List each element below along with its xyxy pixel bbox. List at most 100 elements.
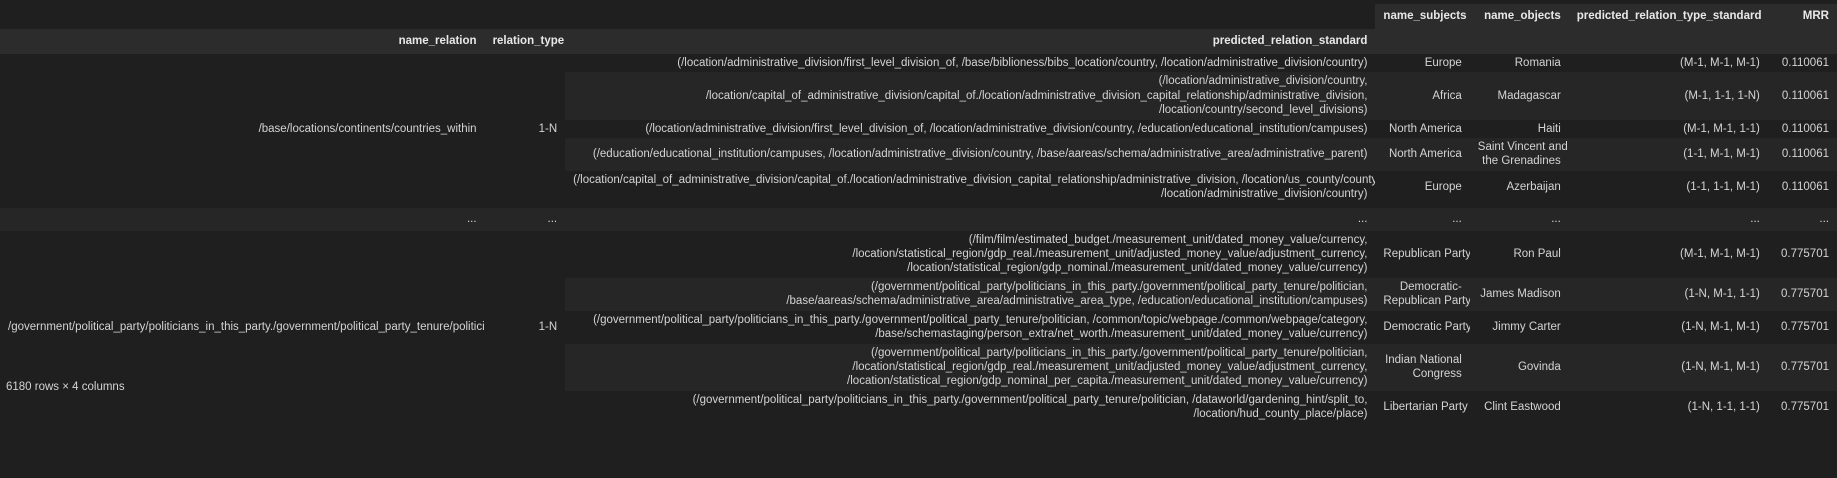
index-predicted-relation-standard: (/government/political_party/politicians…: [565, 310, 1376, 344]
index-header-relation-type[interactable]: relation_type: [484, 29, 566, 54]
cell-line: /location/statistical_region/gdp_nominal…: [847, 375, 1368, 388]
cell-name-subjects: North America: [1375, 119, 1470, 139]
index-predicted-relation-standard: (/government/political_party/politicians…: [565, 277, 1376, 311]
column-header-mrr[interactable]: MRR: [1767, 4, 1837, 29]
index-predicted-relation-standard: (/government/political_party/politicians…: [565, 390, 1376, 424]
cell-line: /base/schemastaging/person_extra/net_wor…: [875, 328, 1368, 341]
cell-name-objects: Saint Vincent and the Grenadines: [1469, 138, 1569, 171]
index-predicted-relation-standard: (/location/capital_of_administrative_div…: [565, 170, 1376, 204]
ellipsis-cell: ...: [484, 207, 566, 231]
cell-name-objects: Haiti: [1469, 119, 1569, 139]
index-relation-type: 1-N: [484, 230, 566, 424]
cell-line: (/government/political_party/politicians…: [870, 280, 1368, 293]
cell-name-objects: Jimmy Carter: [1469, 310, 1569, 344]
column-header-name-objects[interactable]: name_objects: [1469, 4, 1569, 29]
cell-line: /location/country/second_level_divisions…: [1159, 104, 1368, 117]
cell-mrr: 0.775701: [1767, 390, 1837, 424]
cell-line: /location/statistical_region/gdp_nominal…: [907, 262, 1368, 275]
index-header-name-relation[interactable]: name_relation: [0, 29, 485, 54]
cell-mrr: 0.110061: [1767, 72, 1837, 120]
cell-line: Saint Vincent and: [1477, 141, 1568, 154]
header-blank: [1568, 29, 1768, 54]
cell-mrr: 0.775701: [1767, 310, 1837, 344]
ellipsis-cell: ...: [1767, 207, 1837, 231]
index-header-predicted-relation-standard[interactable]: predicted_relation_standard: [565, 29, 1376, 54]
dataframe-output: name_subjects name_objects predicted_rel…: [0, 0, 1837, 478]
ellipsis-cell: ...: [1375, 207, 1470, 231]
header-blank: [1375, 29, 1470, 54]
cell-predicted-relation-type-standard: (M-1, M-1, M-1): [1568, 230, 1768, 278]
cell-name-subjects: Indian National Congress: [1375, 343, 1470, 391]
cell-predicted-relation-type-standard: (1-1, M-1, M-1): [1568, 138, 1768, 171]
index-predicted-relation-standard: (/location/administrative_division/first…: [565, 119, 1376, 139]
cell-line: /location/statistical_region/gdp_real./m…: [852, 360, 1368, 373]
cell-name-subjects: Europe: [1375, 170, 1470, 204]
cell-mrr: 0.110061: [1767, 54, 1837, 73]
header-blank: [1469, 29, 1569, 54]
cell-name-subjects: Democratic- Republican Party: [1375, 277, 1470, 311]
index-predicted-relation-standard: (/government/political_party/politicians…: [565, 343, 1376, 391]
cell-line: /location/statistical_region/gdp_real./m…: [852, 248, 1368, 261]
cell-line: /location/capital_of_administrative_divi…: [705, 89, 1368, 102]
cell-predicted-relation-type-standard: (1-N, 1-1, 1-1): [1568, 390, 1768, 424]
ellipsis-cell: ...: [1568, 207, 1768, 231]
cell-predicted-relation-type-standard: (1-N, M-1, M-1): [1568, 343, 1768, 391]
cell-name-subjects: Africa: [1375, 72, 1470, 120]
cell-line: (/education/educational_institution/camp…: [592, 148, 1368, 161]
index-name-relation: /base/locations/continents/countries_wit…: [0, 54, 485, 204]
cell-line: Democratic-: [1399, 280, 1462, 293]
header-row-columns: name_subjects name_objects predicted_rel…: [0, 4, 1837, 29]
index-predicted-relation-standard: (/education/educational_institution/camp…: [565, 138, 1376, 171]
header-blank: [0, 4, 485, 29]
cell-predicted-relation-type-standard: (1-1, 1-1, M-1): [1568, 170, 1768, 204]
table-body: /base/locations/continents/countries_wit…: [0, 54, 1837, 424]
cell-name-subjects: Democratic Party: [1375, 310, 1470, 344]
cell-name-objects: Govinda: [1469, 343, 1569, 391]
cell-predicted-relation-type-standard: (M-1, M-1, 1-1): [1568, 119, 1768, 139]
cell-mrr: 0.110061: [1767, 170, 1837, 204]
cell-mrr: 0.110061: [1767, 119, 1837, 139]
cell-line: Congress: [1412, 368, 1462, 381]
cell-line: (/location/capital_of_administrative_div…: [573, 173, 1376, 186]
cell-mrr: 0.110061: [1767, 138, 1837, 171]
column-header-predicted-relation-type-standard[interactable]: predicted_relation_type_standard: [1568, 4, 1768, 29]
cell-name-objects: Romania: [1469, 54, 1569, 73]
cell-name-subjects: North America: [1375, 138, 1470, 171]
cell-mrr: 0.775701: [1767, 343, 1837, 391]
cell-line: Indian National: [1385, 353, 1462, 366]
header-row-index: name_relation relation_type predicted_re…: [0, 29, 1837, 54]
cell-line: (/location/administrative_division/first…: [677, 57, 1368, 69]
cell-name-objects: Clint Eastwood: [1469, 390, 1569, 424]
cell-name-subjects: Republican Party: [1375, 230, 1470, 278]
cell-line: (/government/political_party/politicians…: [692, 393, 1368, 406]
ellipsis-cell: ...: [565, 207, 1376, 231]
cell-predicted-relation-type-standard: (1-N, M-1, M-1): [1568, 310, 1768, 344]
cell-line: /location/hud_county_place/place): [1193, 408, 1368, 421]
cell-predicted-relation-type-standard: (M-1, M-1, M-1): [1568, 54, 1768, 73]
dataframe-shape-footer: 6180 rows × 4 columns: [6, 381, 125, 393]
cell-mrr: 0.775701: [1767, 230, 1837, 278]
table-row[interactable]: /government/political_party/politicians_…: [0, 230, 1837, 424]
index-predicted-relation-standard: (/film/film/estimated_budget./measuremen…: [565, 230, 1376, 278]
cell-name-objects: Ron Paul: [1469, 230, 1569, 278]
table-row[interactable]: /base/locations/continents/countries_wit…: [0, 54, 1837, 204]
cell-line: (/location/administrative_division/first…: [645, 122, 1368, 135]
index-name-relation: /government/political_party/politicians_…: [0, 230, 485, 424]
header-blank: [565, 4, 1376, 29]
ellipsis-cell: ...: [0, 207, 485, 231]
cell-name-objects: Azerbaijan: [1469, 170, 1569, 204]
cell-name-subjects: Libertarian Party: [1375, 390, 1470, 424]
index-predicted-relation-standard: (/location/administrative_division/first…: [565, 54, 1376, 73]
index-relation-type: 1-N: [484, 54, 566, 204]
column-header-name-subjects[interactable]: name_subjects: [1375, 4, 1470, 29]
cell-mrr: 0.775701: [1767, 277, 1837, 311]
header-blank: [484, 4, 566, 29]
cell-name-subjects: Europe: [1375, 54, 1470, 73]
cell-line: /location/administrative_division/countr…: [1160, 188, 1368, 201]
cell-line: (/government/political_party/politicians…: [870, 346, 1368, 359]
ellipsis-row: .....................: [0, 207, 1837, 231]
cell-line: Republican Party: [1383, 295, 1470, 308]
ellipsis-cell: ...: [1469, 207, 1569, 231]
cell-name-objects: James Madison: [1469, 277, 1569, 311]
dataframe-table: name_subjects name_objects predicted_rel…: [0, 4, 1837, 424]
